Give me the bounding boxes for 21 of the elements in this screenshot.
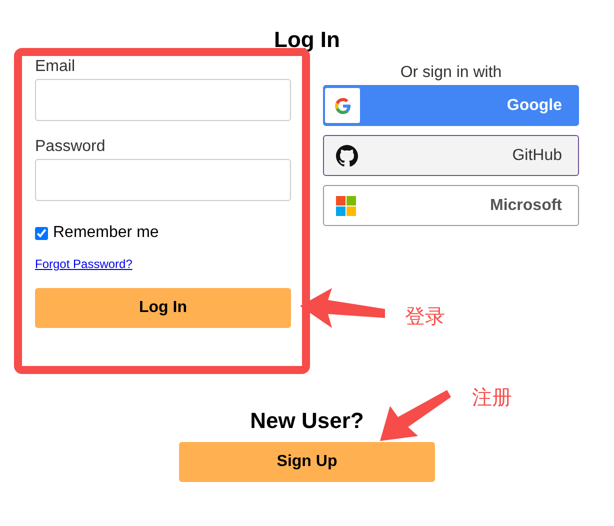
input-field[interactable] bbox=[35, 159, 291, 201]
remember-checkbox[interactable] bbox=[35, 226, 48, 240]
forgot-password-link[interactable]: Forgot Password? bbox=[35, 255, 132, 273]
field-label: Password bbox=[35, 137, 106, 157]
github-button[interactable]: GitHub bbox=[323, 135, 579, 176]
arrow bbox=[380, 390, 451, 441]
annotation-label: 登录 bbox=[405, 303, 445, 330]
checkbox-label: Remember me bbox=[53, 223, 159, 243]
new-user-heading: New User? bbox=[250, 408, 364, 434]
github-logo-icon bbox=[336, 144, 358, 166]
annotation-label: 注册 bbox=[472, 384, 512, 411]
page-title: Log In bbox=[274, 27, 340, 53]
signup-button[interactable]: Sign Up bbox=[179, 442, 435, 482]
social-heading: Or sign in with bbox=[399, 63, 503, 83]
microsoft-button[interactable]: Microsoft bbox=[323, 185, 579, 226]
google-button[interactable]: Google bbox=[323, 85, 579, 126]
google-logo-icon bbox=[334, 98, 350, 114]
windows-squares-icon bbox=[336, 196, 356, 216]
input-field[interactable] bbox=[35, 79, 291, 121]
field-label: Email bbox=[35, 57, 76, 77]
login-button[interactable]: Log In bbox=[35, 288, 291, 328]
